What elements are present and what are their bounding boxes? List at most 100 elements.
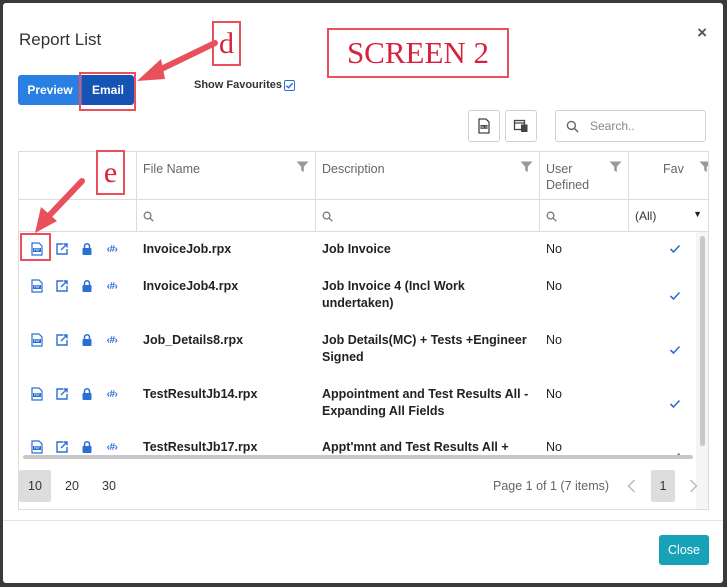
search-icon bbox=[322, 211, 333, 222]
filter-icon bbox=[609, 161, 622, 172]
lock-icon[interactable] bbox=[79, 278, 95, 294]
user-defined-cell: No bbox=[546, 279, 562, 293]
report-list-modal: Report List × Preview Email Show Favouri… bbox=[3, 3, 723, 583]
svg-text:PDF: PDF bbox=[34, 446, 41, 450]
pdf-preview-icon[interactable]: PDF bbox=[29, 332, 45, 348]
filter-icon bbox=[699, 161, 708, 172]
table-row[interactable]: PDF ‹#› TestResultJb14.rpx Appointment a… bbox=[19, 377, 697, 429]
filter-cell-user-defined[interactable] bbox=[540, 200, 629, 232]
share-icon[interactable] bbox=[54, 386, 70, 402]
user-defined-cell: No bbox=[546, 440, 562, 454]
checkmark-icon bbox=[285, 82, 294, 89]
horizontal-scrollbar[interactable] bbox=[23, 455, 693, 459]
file-name-cell: TestResultJb14.rpx bbox=[143, 387, 258, 401]
caret-down-icon: ▼ bbox=[693, 209, 702, 219]
search-box[interactable] bbox=[555, 110, 706, 142]
fav-filter-value: (All) bbox=[635, 209, 657, 223]
annotation-highlight-email bbox=[79, 72, 136, 111]
row-actions: PDF ‹#› bbox=[29, 332, 120, 348]
column-header-description[interactable]: Description bbox=[316, 152, 540, 200]
table-row[interactable]: PDF ‹#› TestResultJb17.rpx Appt'mnt and … bbox=[19, 430, 697, 456]
filter-cell-fav[interactable]: (All) ▼ bbox=[629, 200, 708, 232]
search-icon bbox=[566, 120, 579, 133]
lock-icon[interactable] bbox=[79, 332, 95, 348]
column-header-label: Fav bbox=[663, 162, 684, 176]
fav-filter-select[interactable]: (All) ▼ bbox=[635, 209, 708, 223]
file-name-cell: Job_Details8.rpx bbox=[143, 333, 244, 347]
pdf-preview-icon[interactable]: PDF bbox=[29, 278, 45, 294]
column-header-label: User Defined bbox=[546, 162, 590, 192]
svg-text:PDF: PDF bbox=[34, 285, 41, 289]
close-icon[interactable]: × bbox=[697, 23, 707, 43]
modal-footer: Close bbox=[3, 520, 723, 583]
user-defined-cell: No bbox=[546, 387, 562, 401]
user-defined-cell: No bbox=[546, 242, 562, 256]
column-chooser-icon bbox=[513, 119, 528, 132]
pager: 10 20 30 Page 1 of 1 (7 items) 1 bbox=[18, 470, 709, 504]
column-header-label: File Name bbox=[143, 162, 200, 176]
share-icon[interactable] bbox=[54, 439, 70, 455]
row-actions: PDF ‹#› bbox=[29, 439, 120, 455]
filter-icon bbox=[296, 161, 309, 172]
code-tag-icon[interactable]: ‹#› bbox=[104, 386, 120, 402]
page-number-current[interactable]: 1 bbox=[651, 470, 675, 502]
favourite-checkmark-icon[interactable] bbox=[669, 399, 681, 409]
code-tag-icon[interactable]: ‹#› bbox=[104, 278, 120, 294]
lock-icon[interactable] bbox=[79, 439, 95, 455]
description-cell: Job Details(MC) + Tests +Engineer Signed bbox=[322, 333, 527, 364]
filter-cell-file-name[interactable] bbox=[137, 200, 316, 232]
share-icon[interactable] bbox=[54, 332, 70, 348]
chevron-right-icon bbox=[689, 479, 698, 493]
page-size-20[interactable]: 20 bbox=[56, 470, 88, 502]
column-header-label: Description bbox=[322, 162, 385, 176]
pdf-preview-icon[interactable]: PDF bbox=[29, 439, 45, 455]
pdf-preview-icon[interactable]: PDF bbox=[29, 386, 45, 402]
user-defined-cell: No bbox=[546, 333, 562, 347]
page-size-30[interactable]: 30 bbox=[93, 470, 125, 502]
favourite-checkmark-icon[interactable] bbox=[669, 244, 681, 254]
filter-icon bbox=[520, 161, 533, 172]
code-tag-icon[interactable]: ‹#› bbox=[104, 439, 120, 455]
prev-page-button[interactable] bbox=[619, 470, 643, 502]
svg-text:PDF: PDF bbox=[34, 393, 41, 397]
show-favourites-checkbox[interactable] bbox=[284, 79, 296, 91]
column-header-user-defined[interactable]: User Defined bbox=[540, 152, 629, 200]
share-icon[interactable] bbox=[54, 278, 70, 294]
lock-icon[interactable] bbox=[79, 241, 95, 257]
modal-title: Report List bbox=[19, 30, 102, 49]
filter-cell-description[interactable] bbox=[316, 200, 540, 232]
svg-text:PDF: PDF bbox=[34, 339, 41, 343]
description-cell: Job Invoice 4 (Incl Work undertaken) bbox=[322, 279, 465, 310]
favourite-checkmark-icon[interactable] bbox=[669, 345, 681, 355]
favourite-checkmark-icon[interactable] bbox=[669, 291, 681, 301]
description-cell: Appt'mnt and Test Results All + bbox=[322, 440, 509, 454]
svg-text:XLS: XLS bbox=[481, 125, 487, 129]
row-actions: PDF ‹#› bbox=[29, 386, 120, 402]
column-chooser-button[interactable] bbox=[505, 110, 537, 142]
vertical-scrollbar-thumb[interactable] bbox=[700, 236, 705, 446]
preview-button[interactable]: Preview bbox=[18, 75, 82, 105]
page-info: Page 1 of 1 (7 items) bbox=[493, 479, 610, 493]
export-xls-icon: XLS bbox=[478, 118, 490, 134]
page-size-10[interactable]: 10 bbox=[19, 470, 51, 502]
table-row[interactable]: PDF ‹#› InvoiceJob.rpx Job Invoice No bbox=[19, 232, 697, 266]
search-icon bbox=[143, 211, 154, 222]
search-icon bbox=[546, 211, 557, 222]
export-xls-button[interactable]: XLS bbox=[468, 110, 500, 142]
column-header-fav[interactable]: Fav bbox=[629, 152, 708, 200]
next-page-button[interactable] bbox=[681, 470, 705, 502]
file-name-cell: TestResultJb17.rpx bbox=[143, 440, 258, 454]
search-input[interactable] bbox=[588, 118, 688, 134]
annotation-arrow-e bbox=[35, 178, 85, 233]
annotation-arrow-d bbox=[137, 40, 218, 81]
code-tag-icon[interactable]: ‹#› bbox=[104, 332, 120, 348]
annotation-label-e: e bbox=[96, 150, 125, 195]
filter-row: (All) ▼ bbox=[19, 200, 708, 232]
lock-icon[interactable] bbox=[79, 386, 95, 402]
column-header-file-name[interactable]: File Name bbox=[137, 152, 316, 200]
code-tag-icon[interactable]: ‹#› bbox=[104, 241, 120, 257]
table-row[interactable]: PDF ‹#› Job_Details8.rpx Job Details(MC)… bbox=[19, 323, 697, 375]
table-row[interactable]: PDF ‹#› InvoiceJob4.rpx Job Invoice 4 (I… bbox=[19, 269, 697, 321]
close-button[interactable]: Close bbox=[659, 535, 709, 565]
share-icon[interactable] bbox=[54, 241, 70, 257]
